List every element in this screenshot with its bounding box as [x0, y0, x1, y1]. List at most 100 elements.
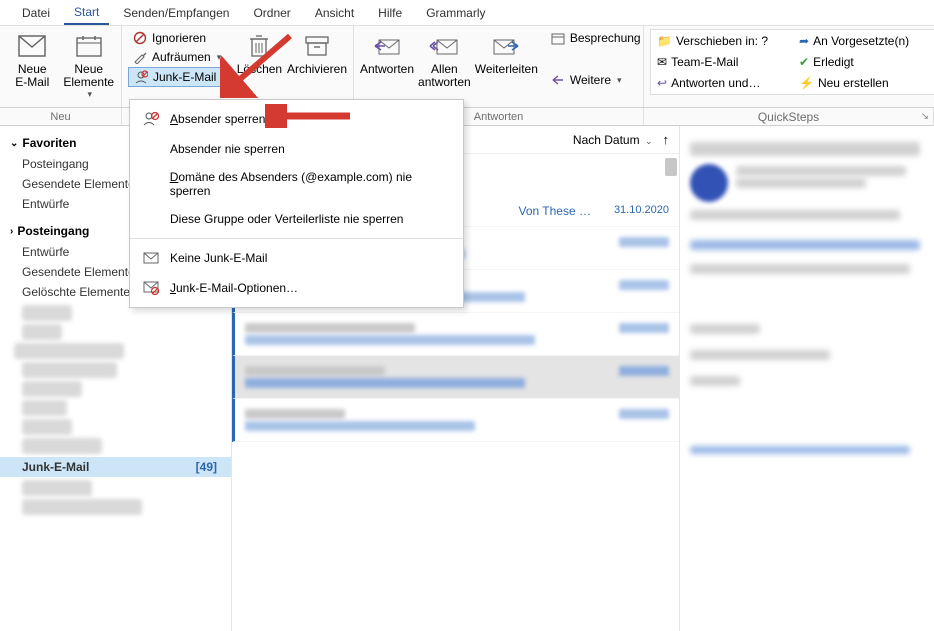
menu-junk-options[interactable]: Junk-E-Mail-Optionen… [130, 273, 463, 303]
forward-icon [490, 31, 522, 61]
qs-reply-delete[interactable]: ↩Antworten und… [653, 73, 793, 93]
more-reply-label: Weitere [570, 73, 611, 87]
ribbon-group-quicksteps: 📁Verschieben in: ? ➦An Vorgesetzte(n) ✉T… [644, 26, 934, 107]
message-row[interactable] [232, 399, 679, 442]
menu-not-junk[interactable]: Keine Junk-E-Mail [130, 243, 463, 273]
envelope-small-icon: ✉ [657, 55, 667, 69]
calendar-small-icon [550, 30, 566, 46]
ribbon-group-loeschen: Ignorieren Aufräumen ▾ Junk-E-Mail ▾ Lös… [122, 26, 354, 107]
quicksteps-gallery[interactable]: 📁Verschieben in: ? ➦An Vorgesetzte(n) ✉T… [650, 29, 934, 95]
qs-create-new[interactable]: ⚡Neu erstellen [795, 73, 934, 93]
chevron-down-icon: ▾ [217, 52, 222, 63]
delete-button[interactable]: Löschen [236, 29, 283, 76]
junk-options-icon [142, 279, 160, 297]
chevron-down-icon: ⌄ [645, 136, 653, 146]
forward-arrow-icon: ➦ [799, 34, 809, 48]
qs-move-to[interactable]: 📁Verschieben in: ? [653, 31, 793, 51]
menu-never-block-group[interactable]: Diese Gruppe oder Verteilerliste nie spe… [130, 204, 463, 234]
qs-done[interactable]: ✔Erledigt [795, 52, 934, 72]
menu-start[interactable]: Start [64, 1, 109, 25]
new-email-label: NeueE-Mail [15, 63, 49, 89]
nav-blurred-item[interactable] [22, 499, 142, 515]
nav-blurred-item[interactable] [22, 419, 72, 435]
menu-never-block-domain[interactable]: Domäne des Absenders (@example.com) nie … [130, 164, 463, 204]
group-label-quicksteps: QuickSteps↘ [644, 108, 934, 125]
qs-to-manager[interactable]: ➦An Vorgesetzte(n) [795, 31, 934, 51]
nav-blurred-item[interactable] [22, 480, 92, 496]
ribbon-group-antworten: Antworten Allenantworten Weiterleiten Be… [354, 26, 644, 107]
delete-label: Löschen [237, 63, 282, 76]
reply-all-button[interactable]: Allenantworten [418, 29, 471, 89]
qs-team-email[interactable]: ✉Team-E-Mail [653, 52, 793, 72]
cleanup-button[interactable]: Aufräumen ▾ [128, 48, 232, 66]
sort-by-dropdown[interactable]: Nach Datum ⌄ [573, 133, 653, 147]
reply-all-icon [428, 31, 460, 61]
folder-move-icon: 📁 [657, 34, 672, 48]
chevron-down-icon: ▾ [87, 89, 92, 100]
junk-label: Junk-E-Mail [153, 70, 216, 84]
menu-senden[interactable]: Senden/Empfangen [113, 2, 239, 24]
envelope-icon [142, 249, 160, 267]
new-elements-label: NeueElemente [63, 63, 114, 89]
reading-pane [680, 126, 934, 631]
nav-blurred-item[interactable] [22, 438, 102, 454]
meeting-label: Besprechung [570, 31, 641, 45]
broom-icon [132, 49, 148, 65]
reply-all-label: Allenantworten [418, 63, 471, 89]
menu-hilfe[interactable]: Hilfe [368, 2, 412, 24]
message-row-selected[interactable] [232, 356, 679, 399]
lightning-icon: ⚡ [799, 76, 814, 90]
chevron-down-icon: ▾ [617, 75, 622, 86]
archive-button[interactable]: Archivieren [287, 29, 347, 76]
chevron-right-icon: › [10, 226, 13, 237]
chevron-down-icon: ▾ [222, 72, 227, 83]
junk-dropdown-menu: Absender sperren Absender nie sperren Do… [129, 99, 464, 308]
cleanup-label: Aufräumen [152, 50, 211, 64]
meeting-button[interactable]: Besprechung [546, 29, 645, 47]
nav-blurred-item[interactable] [22, 305, 72, 321]
nav-blurred-item[interactable] [22, 324, 62, 340]
archive-label: Archivieren [287, 63, 347, 76]
menu-ansicht[interactable]: Ansicht [305, 2, 364, 24]
avatar [690, 164, 728, 202]
menubar: Datei Start Senden/Empfangen Ordner Ansi… [0, 0, 934, 26]
check-icon: ✔ [799, 55, 809, 69]
nav-blurred-item[interactable] [22, 400, 67, 416]
reply-arrow-icon: ↩ [657, 76, 667, 90]
junk-dropdown-button[interactable]: Junk-E-Mail ▾ [128, 67, 232, 87]
scrollbar-thumb[interactable] [665, 158, 677, 176]
reply-button[interactable]: Antworten [360, 29, 414, 76]
sort-direction-button[interactable]: ↑ [663, 132, 670, 147]
menu-ordner[interactable]: Ordner [243, 2, 300, 24]
reply-icon [371, 31, 403, 61]
new-email-button[interactable]: NeueE-Mail [6, 29, 59, 89]
dialog-launcher-icon[interactable]: ↘ [921, 111, 929, 122]
ignore-label: Ignorieren [152, 31, 206, 45]
block-icon [132, 30, 148, 46]
nav-junk[interactable]: Junk-E-Mail[49] [0, 457, 231, 477]
archive-icon [301, 31, 333, 61]
reply-small-icon [550, 72, 566, 88]
ribbon: NeueE-Mail NeueElemente ▾ Ignorieren A [0, 26, 934, 108]
more-reply-button[interactable]: Weitere ▾ [546, 71, 645, 89]
trash-icon [243, 31, 275, 61]
forward-button[interactable]: Weiterleiten [475, 29, 538, 76]
menu-never-block-sender[interactable]: Absender nie sperren [130, 134, 463, 164]
menu-separator [130, 238, 463, 239]
nav-blurred-item[interactable] [14, 343, 124, 359]
chevron-down-icon: ⌄ [10, 138, 18, 149]
junk-user-icon [133, 69, 149, 85]
ignore-button[interactable]: Ignorieren [128, 29, 232, 47]
menu-datei[interactable]: Datei [12, 2, 60, 24]
new-elements-button[interactable]: NeueElemente ▾ [63, 29, 116, 100]
calendar-icon [73, 31, 105, 61]
message-row[interactable] [232, 313, 679, 356]
nav-blurred-item[interactable] [22, 381, 82, 397]
menu-block-sender[interactable]: Absender sperren [130, 104, 463, 134]
forward-label: Weiterleiten [475, 63, 538, 76]
menu-grammarly[interactable]: Grammarly [416, 2, 495, 24]
ribbon-group-neu: NeueE-Mail NeueElemente ▾ [0, 26, 122, 107]
group-label-neu: Neu [0, 108, 122, 125]
reply-label: Antworten [360, 63, 414, 76]
nav-blurred-item[interactable] [22, 362, 117, 378]
